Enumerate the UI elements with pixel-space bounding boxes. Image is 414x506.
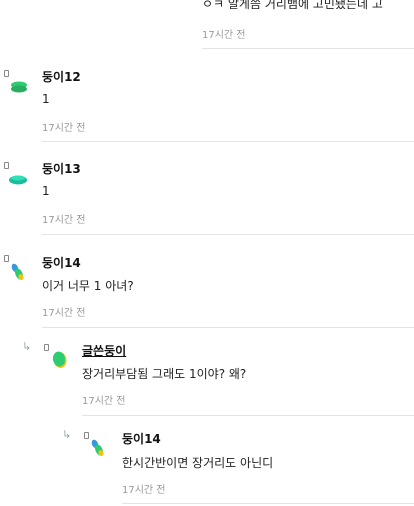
comment-text: 1 — [42, 184, 50, 198]
divider — [202, 48, 414, 49]
reply-arrow-icon: ↳ — [62, 428, 72, 441]
comment-time: 17시간 전 — [202, 30, 246, 41]
comment-author[interactable]: 둥이12 — [42, 68, 81, 85]
reply-time: 17시간 전 — [82, 396, 126, 407]
divider — [82, 415, 414, 416]
reply-author[interactable]: 글쓴둥이 — [82, 342, 126, 359]
divider — [42, 327, 414, 328]
divider — [42, 141, 414, 142]
comment-time: 17시간 전 — [42, 308, 86, 319]
reply-author[interactable]: 둥이14 — [122, 430, 161, 447]
comment-author[interactable]: 둥이13 — [42, 160, 81, 177]
avatar-icon[interactable] — [48, 348, 72, 372]
divider — [42, 234, 414, 235]
reply-text: 한시간반이면 장거리도 아닌디 — [122, 456, 274, 470]
comment-text: 1 — [42, 92, 50, 106]
comment-author[interactable]: 둥이14 — [42, 254, 81, 271]
avatar-icon[interactable] — [86, 436, 110, 460]
divider — [122, 503, 414, 504]
comment-text: 이거 너무 1 아녀? — [42, 279, 134, 293]
comment-text: ㅇㅋ 알게씀 거리뱀에 고민됐는데 고 — [202, 0, 383, 11]
reply-arrow-icon: ↳ — [22, 340, 32, 353]
avatar-icon[interactable] — [8, 76, 32, 100]
comment-time: 17시간 전 — [42, 123, 86, 134]
avatar-icon[interactable] — [6, 260, 30, 284]
reply-time: 17시간 전 — [122, 485, 166, 496]
reply-text: 장거리부담됨 그래도 1이야? 왜? — [82, 367, 247, 381]
comment-time: 17시간 전 — [42, 215, 86, 226]
avatar-icon[interactable] — [6, 168, 30, 192]
